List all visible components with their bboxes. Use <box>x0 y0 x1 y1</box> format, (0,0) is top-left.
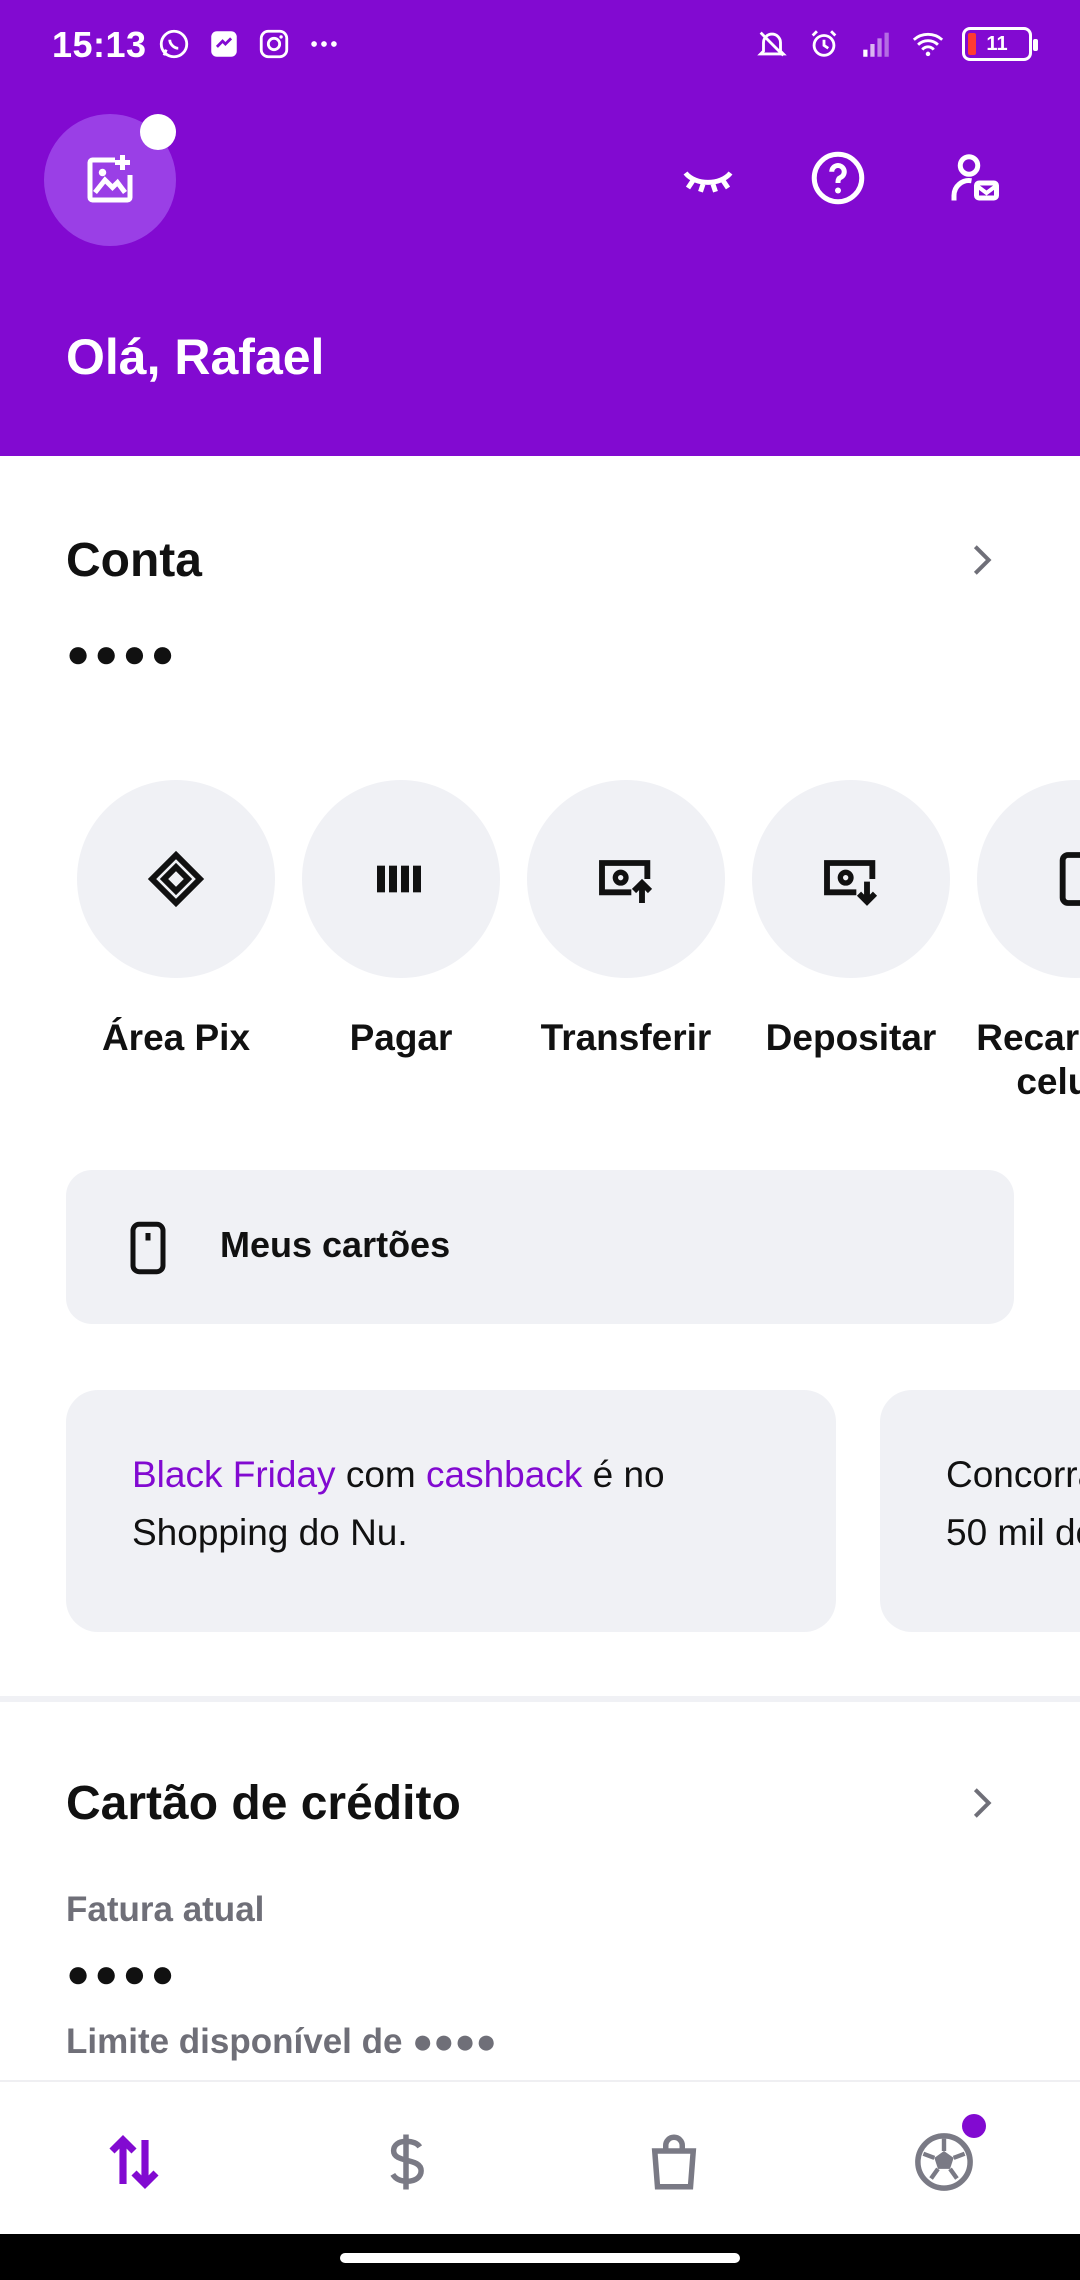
action-deposit[interactable]: Depositar <box>751 780 951 1060</box>
nav-notification-dot <box>962 2114 986 2138</box>
shopping-bag-icon <box>651 2134 697 2190</box>
promo-text-e-no: é no <box>582 1454 665 1495</box>
nav-money[interactable] <box>368 2124 444 2200</box>
signal-icon <box>858 24 894 64</box>
soccer-ball-icon <box>915 2133 973 2191</box>
action-pix-circle <box>77 780 275 978</box>
action-pay-circle <box>302 780 500 978</box>
action-recharge-circle <box>977 780 1080 978</box>
battery-fill <box>968 33 976 55</box>
money-icon <box>390 2134 424 2190</box>
account-chevron-right-icon[interactable] <box>962 540 1002 580</box>
messenger-icon <box>206 24 242 64</box>
action-transfer-circle <box>527 780 725 978</box>
promo2-line1: Concorra a <box>946 1454 1080 1495</box>
hide-values-icon[interactable] <box>676 146 740 210</box>
credit-card-title[interactable]: Cartão de crédito <box>66 1776 461 1831</box>
deposit-icon <box>824 860 878 906</box>
nav-transactions[interactable] <box>96 2124 172 2200</box>
action-recharge-label-line2: celular <box>1016 1061 1080 1102</box>
more-dots-icon <box>306 24 342 64</box>
my-cards-label: Meus cartões <box>220 1224 451 1265</box>
home-indicator[interactable] <box>340 2253 740 2263</box>
action-pay[interactable]: Pagar <box>301 780 501 1060</box>
action-deposit-label: Depositar <box>765 1017 937 1058</box>
action-recharge-label: Recarga de celular <box>976 1016 1080 1104</box>
whatsapp-icon <box>156 24 192 64</box>
invoice-amount: ●●●● <box>66 1952 179 1996</box>
promo-text-line2: Shopping do Nu. <box>132 1512 408 1553</box>
alarm-icon <box>806 24 842 64</box>
promo-card-second[interactable]: Concorra a 50 mil de <box>880 1390 1080 1632</box>
add-photo-icon <box>87 155 133 203</box>
avatar-notification-dot <box>140 114 176 150</box>
barcode-icon <box>377 865 421 893</box>
promo2-line2: 50 mil de <box>946 1512 1080 1553</box>
status-right-icons: 11 <box>754 24 1038 64</box>
status-bar: 15:13 11 <box>0 0 1080 90</box>
my-cards-button[interactable]: Meus cartões <box>66 1170 1014 1324</box>
action-phone-recharge[interactable]: Recarga de celular <box>976 780 1080 1104</box>
pix-icon <box>147 850 205 908</box>
transfer-out-icon <box>599 860 653 903</box>
quick-actions: Área Pix Pagar Transferir Depositar Reca… <box>0 780 1080 1110</box>
nav-shopping[interactable] <box>636 2124 712 2200</box>
invoice-label: Fatura atual <box>66 1890 265 1929</box>
action-transfer[interactable]: Transferir <box>526 780 726 1060</box>
action-recharge-label-line1: Recarga de <box>976 1017 1080 1058</box>
action-pix-label: Área Pix <box>101 1017 251 1058</box>
battery-level: 11 <box>986 32 1008 55</box>
card-icon <box>130 1221 166 1275</box>
wifi-icon <box>910 24 946 64</box>
action-transfer-label: Transferir <box>540 1017 712 1058</box>
promo-highlight-cashback: cashback <box>426 1454 583 1495</box>
instagram-icon <box>256 24 292 64</box>
promo-text: Black Friday com cashback é no Shopping … <box>132 1446 665 1562</box>
promo-highlight-black-friday: Black Friday <box>132 1454 336 1495</box>
transactions-icon <box>109 2134 159 2190</box>
status-left-icons <box>156 24 342 64</box>
help-icon[interactable] <box>806 146 870 210</box>
promo-card-black-friday[interactable]: Black Friday com cashback é no Shopping … <box>66 1390 836 1632</box>
header: 15:13 11 Olá, Rafael <box>0 0 1080 456</box>
promo2-text: Concorra a 50 mil de <box>946 1446 1080 1562</box>
bell-muted-icon <box>754 24 790 64</box>
greeting: Olá, Rafael <box>66 329 325 385</box>
action-deposit-circle <box>752 780 950 978</box>
limit-label: Limite disponível de ●●●● <box>66 2022 497 2061</box>
credit-card-chevron-right-icon[interactable] <box>962 1783 1002 1823</box>
account-balance: ●●●● <box>66 632 179 676</box>
profile-invite-icon[interactable] <box>942 146 1006 210</box>
phone-recharge-icon <box>1059 852 1080 906</box>
status-time: 15:13 <box>52 24 147 65</box>
action-pix[interactable]: Área Pix <box>76 780 276 1060</box>
account-title[interactable]: Conta <box>66 533 202 588</box>
battery-icon: 11 <box>962 27 1038 61</box>
promo-text-com: com <box>335 1454 427 1495</box>
bottom-nav <box>0 2080 1080 2234</box>
action-pay-label: Pagar <box>349 1017 453 1058</box>
section-divider <box>0 1696 1080 1702</box>
